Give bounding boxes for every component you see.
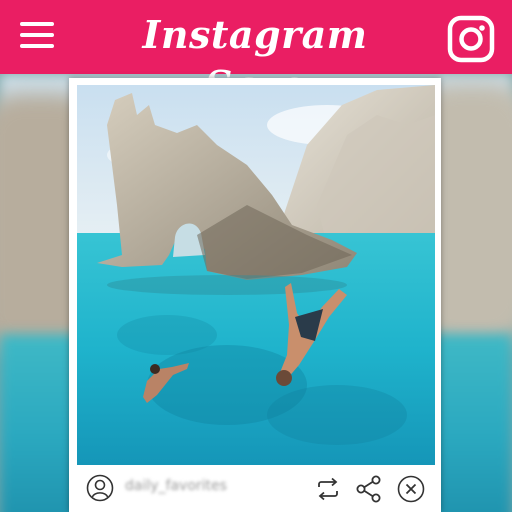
post-username: daily_favorites <box>125 478 227 494</box>
instagram-icon[interactable] <box>447 15 495 63</box>
app-header: Instagram Save <box>0 0 512 107</box>
repost-icon[interactable] <box>313 474 343 504</box>
hamburger-menu-icon[interactable] <box>20 22 54 56</box>
post-card: daily_favorites <box>69 78 441 512</box>
share-icon[interactable] <box>354 474 384 504</box>
user-icon[interactable] <box>86 474 114 502</box>
post-footer: daily_favorites <box>69 468 441 512</box>
post-photo[interactable] <box>77 85 435 465</box>
close-icon[interactable] <box>396 474 426 504</box>
